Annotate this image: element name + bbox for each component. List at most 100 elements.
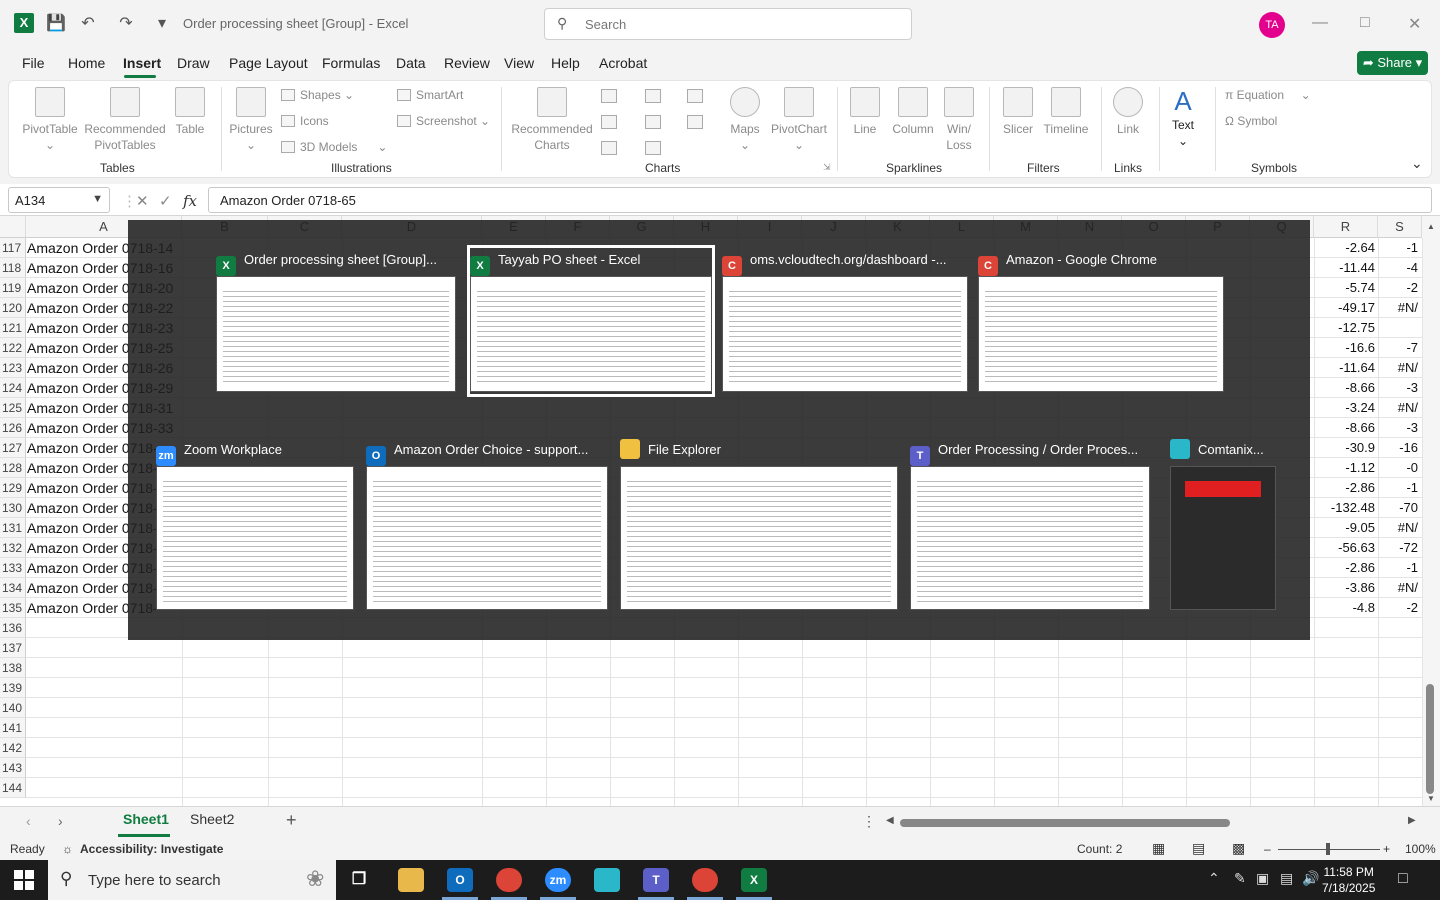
select-all-corner[interactable] — [0, 216, 26, 238]
cell-r[interactable] — [1313, 738, 1375, 758]
enter-icon[interactable]: ✓ — [159, 192, 172, 210]
cell-r[interactable] — [1313, 618, 1375, 638]
cell-r[interactable]: -11.64 — [1313, 358, 1375, 378]
charts-dialog-launcher-icon[interactable]: ⇲ — [823, 162, 831, 173]
cell-s[interactable]: -72 — [1378, 538, 1418, 558]
cell-r[interactable] — [1313, 638, 1375, 658]
cell-r[interactable]: -3.86 — [1313, 578, 1375, 598]
cell-r[interactable]: -5.74 — [1313, 278, 1375, 298]
cell-r[interactable]: -49.17 — [1313, 298, 1375, 318]
cell-s[interactable]: -1 — [1378, 478, 1418, 498]
row-header[interactable]: 139 — [0, 678, 26, 698]
page-layout-view-icon[interactable]: ▤ — [1192, 840, 1205, 857]
cell-s[interactable]: #N/ — [1378, 518, 1418, 538]
row-header[interactable]: 117 — [0, 238, 26, 258]
row-header[interactable]: 131 — [0, 518, 26, 538]
zoom-slider-thumb[interactable] — [1326, 843, 1330, 855]
show-hidden-icons-icon[interactable]: ⌃ — [1208, 870, 1220, 887]
scroll-up-icon[interactable]: ▲ — [1427, 222, 1435, 231]
tab-review[interactable]: Review — [444, 55, 490, 71]
switcher-window-tile[interactable]: Comtanix... — [1170, 438, 1276, 612]
add-sheet-icon[interactable]: + — [286, 810, 297, 831]
scroll-down-icon[interactable]: ▼ — [1427, 794, 1435, 803]
name-box[interactable]: A134 ▼ — [8, 187, 110, 213]
cell-s[interactable]: -3 — [1378, 378, 1418, 398]
timeline-button[interactable]: Timeline — [1041, 87, 1091, 137]
slicer-button[interactable]: Slicer — [997, 87, 1039, 137]
pen-icon[interactable]: ✎ — [1234, 870, 1246, 887]
tab-data[interactable]: Data — [396, 55, 426, 71]
accessibility-status[interactable]: Accessibility: Investigate — [80, 842, 223, 856]
column-header-r[interactable]: R — [1314, 216, 1378, 238]
minimize-icon[interactable]: — — [1312, 14, 1328, 32]
cell-r[interactable]: -12.75 — [1313, 318, 1375, 338]
undo-icon[interactable]: ↶ — [78, 14, 98, 34]
zoom-level[interactable]: 100% — [1405, 842, 1436, 856]
normal-view-icon[interactable]: ▦ — [1152, 840, 1165, 857]
chrome-profile-icon[interactable] — [692, 868, 718, 892]
taskbar-clock[interactable]: 11:58 PM 7/18/2025 — [1322, 864, 1375, 896]
row-header[interactable]: 125 — [0, 398, 26, 418]
cell-r[interactable]: -16.6 — [1313, 338, 1375, 358]
cell-r[interactable]: -9.05 — [1313, 518, 1375, 538]
cell-s[interactable]: -70 — [1378, 498, 1418, 518]
tab-splitter-icon[interactable]: ⋮ — [862, 813, 876, 830]
row-header[interactable]: 143 — [0, 758, 26, 778]
cell-r[interactable]: -11.44 — [1313, 258, 1375, 278]
file-explorer-icon[interactable] — [398, 868, 424, 892]
cell-r[interactable] — [1313, 778, 1375, 798]
windows-start-icon[interactable] — [14, 870, 34, 890]
redo-icon[interactable]: ↷ — [116, 14, 136, 34]
pie-chart-icon[interactable] — [601, 141, 617, 155]
switcher-window-tile[interactable]: zm Zoom Workplace — [156, 438, 354, 612]
row-header[interactable]: 118 — [0, 258, 26, 278]
outlook-icon[interactable]: O — [447, 868, 473, 892]
scroll-left-icon[interactable]: ◀ — [886, 815, 894, 826]
column-header-s[interactable]: S — [1378, 216, 1422, 238]
vertical-scroll-thumb[interactable] — [1426, 684, 1434, 794]
row-header[interactable]: 120 — [0, 298, 26, 318]
cell-s[interactable]: -2 — [1378, 598, 1418, 618]
cell-s[interactable]: #N/ — [1378, 398, 1418, 418]
sheet-tab-sheet2[interactable]: Sheet2 — [190, 811, 234, 827]
cell-r[interactable] — [1313, 698, 1375, 718]
sparkline-column-button[interactable]: Column — [889, 87, 937, 137]
customize-quick-access-icon[interactable]: ▾ — [152, 14, 172, 34]
cell-s[interactable]: -2 — [1378, 278, 1418, 298]
cell-r[interactable] — [1313, 758, 1375, 778]
maps-button[interactable]: Maps ⌄ — [725, 87, 765, 153]
insert-function-icon[interactable]: fx — [183, 192, 197, 210]
equation-button[interactable]: π Equation ⌄ — [1225, 88, 1311, 102]
sparkline-winloss-button[interactable]: Win/Loss — [943, 87, 975, 153]
sheet-tab-sheet1[interactable]: Sheet1 — [123, 811, 169, 827]
row-header[interactable]: 130 — [0, 498, 26, 518]
switcher-window-tile[interactable]: T Order Processing / Order Proces... — [910, 438, 1150, 612]
next-sheet-icon[interactable]: › — [58, 813, 63, 829]
row-header[interactable]: 140 — [0, 698, 26, 718]
chrome-icon[interactable] — [496, 868, 522, 892]
share-button[interactable]: ➦ Share ▾ — [1357, 51, 1428, 75]
row-header[interactable]: 124 — [0, 378, 26, 398]
pictures-button[interactable]: Pictures ⌄ — [227, 87, 275, 153]
cell-s[interactable] — [1378, 318, 1418, 338]
switcher-window-tile[interactable]: X Tayyab PO sheet - Excel — [467, 245, 715, 397]
cell-r[interactable]: -30.9 — [1313, 438, 1375, 458]
row-header[interactable]: 137 — [0, 638, 26, 658]
search-input[interactable]: ⚲ Search — [544, 8, 912, 40]
cell-r[interactable]: -3.24 — [1313, 398, 1375, 418]
cell-r[interactable]: -8.66 — [1313, 418, 1375, 438]
row-header[interactable]: 122 — [0, 338, 26, 358]
taskbar-search-input[interactable]: ⚲ Type here to search ❀ — [48, 860, 336, 900]
row-header[interactable]: 138 — [0, 658, 26, 678]
row-header[interactable]: 135 — [0, 598, 26, 618]
avatar[interactable]: TA — [1259, 12, 1285, 38]
horizontal-scroll-thumb[interactable] — [900, 819, 1230, 827]
cell-r[interactable]: -2.86 — [1313, 478, 1375, 498]
link-button[interactable]: Link — [1109, 87, 1147, 137]
cell-s[interactable] — [1378, 638, 1418, 658]
cell-r[interactable]: -1.12 — [1313, 458, 1375, 478]
tab-help[interactable]: Help — [551, 55, 580, 71]
cell-s[interactable] — [1378, 678, 1418, 698]
cell-s[interactable] — [1378, 718, 1418, 738]
row-header[interactable]: 119 — [0, 278, 26, 298]
